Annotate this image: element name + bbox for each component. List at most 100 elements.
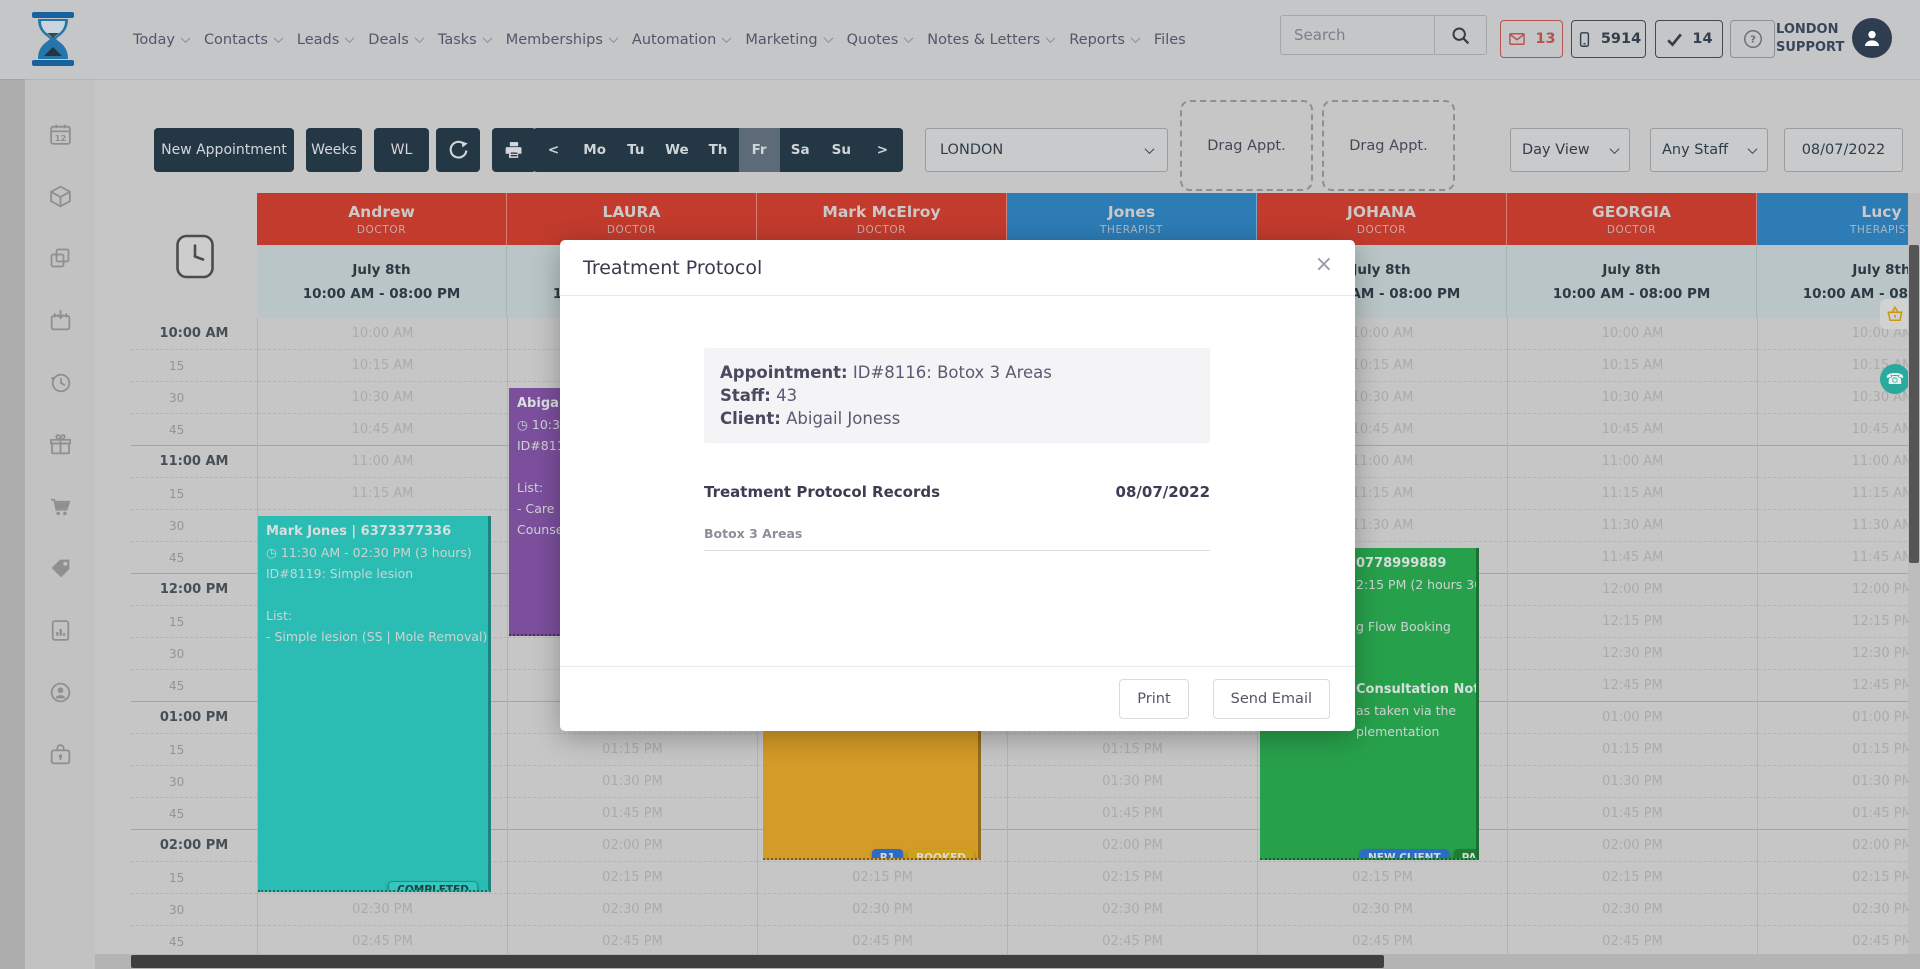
time-slot-cell[interactable]: 01:45 PM <box>1008 798 1257 830</box>
time-slot-cell[interactable]: 12:00 PM <box>1758 574 1920 606</box>
time-slot-cell[interactable]: 02:30 PM <box>1508 894 1757 926</box>
time-slot-cell[interactable]: 01:30 PM <box>508 766 757 798</box>
nav-item-marketing[interactable]: Marketing <box>745 32 831 48</box>
time-slot-cell[interactable]: 10:00 AM <box>258 318 507 350</box>
time-slot-cell[interactable]: 11:45 AM <box>1508 542 1757 574</box>
nav-badge-messages[interactable]: 13 <box>1500 20 1563 58</box>
time-slot-cell[interactable]: 02:15 PM <box>1508 862 1757 894</box>
time-slot-cell[interactable]: 02:00 PM <box>1508 830 1757 862</box>
time-slot-cell[interactable]: 12:30 PM <box>1508 638 1757 670</box>
time-slot-cell[interactable]: 01:45 PM <box>508 798 757 830</box>
cart-button[interactable] <box>1880 299 1910 329</box>
staff-header[interactable]: GEORGIADOCTOR <box>1507 193 1757 245</box>
time-slot-cell[interactable]: 02:30 PM <box>508 894 757 926</box>
avatar[interactable] <box>1852 18 1892 58</box>
time-slot-cell[interactable]: 10:15 AM <box>1508 350 1757 382</box>
time-slot-cell[interactable]: 10:30 AM <box>1508 382 1757 414</box>
time-slot-cell[interactable]: 01:15 PM <box>508 734 757 766</box>
nav-item-deals[interactable]: Deals <box>368 32 423 48</box>
staff-header[interactable]: LAURADOCTOR <box>507 193 757 245</box>
time-slot-cell[interactable]: 10:30 AM <box>258 382 507 414</box>
time-slot-cell[interactable]: 02:30 PM <box>1258 894 1507 926</box>
time-slot-cell[interactable]: 11:45 AM <box>1758 542 1920 574</box>
time-slot-cell[interactable]: 12:15 PM <box>1758 606 1920 638</box>
time-slot-cell[interactable]: 02:45 PM <box>758 926 1007 954</box>
vertical-scrollbar-thumb[interactable] <box>1909 245 1919 563</box>
time-slot-cell[interactable]: 01:00 PM <box>1508 702 1757 734</box>
time-slot-cell[interactable]: 02:15 PM <box>1008 862 1257 894</box>
nav-item-today[interactable]: Today <box>133 32 189 48</box>
view-select[interactable]: Day View <box>1510 128 1630 172</box>
sidebar-item-report[interactable] <box>47 617 73 643</box>
sidebar-item-gift[interactable] <box>47 431 73 457</box>
weeks-button[interactable]: Weeks <box>306 128 362 172</box>
nav-item-memberships[interactable]: Memberships <box>506 32 617 48</box>
day-seg-fr[interactable]: Fr <box>739 128 780 172</box>
time-slot-cell[interactable]: 02:45 PM <box>1008 926 1257 954</box>
nav-item-notes-letters[interactable]: Notes & Letters <box>927 32 1054 48</box>
time-slot-cell[interactable]: 12:45 PM <box>1758 670 1920 702</box>
phone-button[interactable]: ☎ <box>1880 364 1910 394</box>
time-slot-cell[interactable]: 02:45 PM <box>508 926 757 954</box>
time-slot-cell[interactable]: 11:15 AM <box>1758 478 1920 510</box>
day-seg-next[interactable]: > <box>862 128 903 172</box>
time-slot-cell[interactable]: 01:45 PM <box>1758 798 1920 830</box>
time-slot-cell[interactable]: 11:00 AM <box>1758 446 1920 478</box>
sidebar-item-case-lock[interactable] <box>47 741 73 767</box>
time-slot-cell[interactable]: 12:00 PM <box>1508 574 1757 606</box>
time-slot-cell[interactable]: 02:45 PM <box>258 926 507 954</box>
nav-item-automation[interactable]: Automation <box>632 32 730 48</box>
time-slot-cell[interactable]: 02:15 PM <box>508 862 757 894</box>
time-slot-cell[interactable]: 10:45 AM <box>1758 414 1920 446</box>
time-slot-cell[interactable]: 02:30 PM <box>1008 894 1257 926</box>
search-input[interactable] <box>1281 16 1434 54</box>
staff-header[interactable]: AndrewDOCTOR <box>257 193 507 245</box>
record-item[interactable]: Botox 3 Areas <box>704 526 1210 551</box>
nav-item-contacts[interactable]: Contacts <box>204 32 282 48</box>
new-appointment-button[interactable]: New Appointment <box>154 128 294 172</box>
send-email-button[interactable]: Send Email <box>1213 679 1330 719</box>
horizontal-scrollbar-thumb[interactable] <box>131 955 1384 968</box>
staff-header[interactable]: Mark McElroyDOCTOR <box>757 193 1007 245</box>
print-button[interactable]: Print <box>1119 679 1188 719</box>
time-slot-cell[interactable]: 11:30 AM <box>1758 510 1920 542</box>
nav-badge-help[interactable]: ? <box>1730 20 1775 58</box>
time-slot-cell[interactable]: 11:15 AM <box>1508 478 1757 510</box>
day-seg-mo[interactable]: Mo <box>574 128 615 172</box>
time-slot-cell[interactable]: 11:30 AM <box>1508 510 1757 542</box>
time-slot-cell[interactable]: 12:15 PM <box>1508 606 1757 638</box>
nav-item-leads[interactable]: Leads <box>297 32 353 48</box>
time-slot-cell[interactable]: 01:00 PM <box>1758 702 1920 734</box>
nav-item-reports[interactable]: Reports <box>1069 32 1139 48</box>
staff-header[interactable]: LucyTHERAPIST <box>1757 193 1920 245</box>
time-slot-cell[interactable]: 10:00 AM <box>1508 318 1757 350</box>
sidebar-item-calendar-import[interactable] <box>47 307 73 333</box>
staff-header[interactable]: JonesTHERAPIST <box>1007 193 1257 245</box>
staff-header[interactable]: JOHANADOCTOR <box>1257 193 1507 245</box>
day-seg-prev[interactable]: < <box>533 128 574 172</box>
sidebar-item-tag[interactable] <box>47 555 73 581</box>
time-slot-cell[interactable]: 02:45 PM <box>1758 926 1920 954</box>
nav-item-quotes[interactable]: Quotes <box>847 32 913 48</box>
time-slot-cell[interactable]: 12:45 PM <box>1508 670 1757 702</box>
sidebar-item-cart[interactable] <box>47 493 73 519</box>
drag-appointment-slot-2[interactable]: Drag Appt. <box>1322 100 1455 191</box>
time-slot-cell[interactable]: 01:30 PM <box>1758 766 1920 798</box>
sidebar-item-copy[interactable] <box>47 245 73 271</box>
time-slot-cell[interactable]: 02:00 PM <box>1008 830 1257 862</box>
wl-button[interactable]: WL <box>374 128 429 172</box>
time-slot-cell[interactable]: 10:15 AM <box>258 350 507 382</box>
time-slot-cell[interactable]: 01:30 PM <box>1508 766 1757 798</box>
time-slot-cell[interactable]: 01:30 PM <box>1008 766 1257 798</box>
staff-select[interactable]: Any Staff <box>1650 128 1768 172</box>
location-select[interactable]: LONDON <box>925 128 1168 172</box>
vertical-scrollbar[interactable] <box>1908 193 1920 954</box>
nav-item-files[interactable]: Files <box>1154 32 1186 48</box>
time-slot-cell[interactable]: 12:30 PM <box>1758 638 1920 670</box>
drag-appointment-slot-1[interactable]: Drag Appt. <box>1180 100 1313 191</box>
nav-badge-tasks[interactable]: 14 <box>1655 20 1723 58</box>
refresh-icon[interactable] <box>436 128 480 172</box>
time-slot-cell[interactable]: 02:15 PM <box>1758 862 1920 894</box>
time-slot-cell[interactable]: 02:00 PM <box>508 830 757 862</box>
time-slot-cell[interactable]: 01:15 PM <box>1758 734 1920 766</box>
